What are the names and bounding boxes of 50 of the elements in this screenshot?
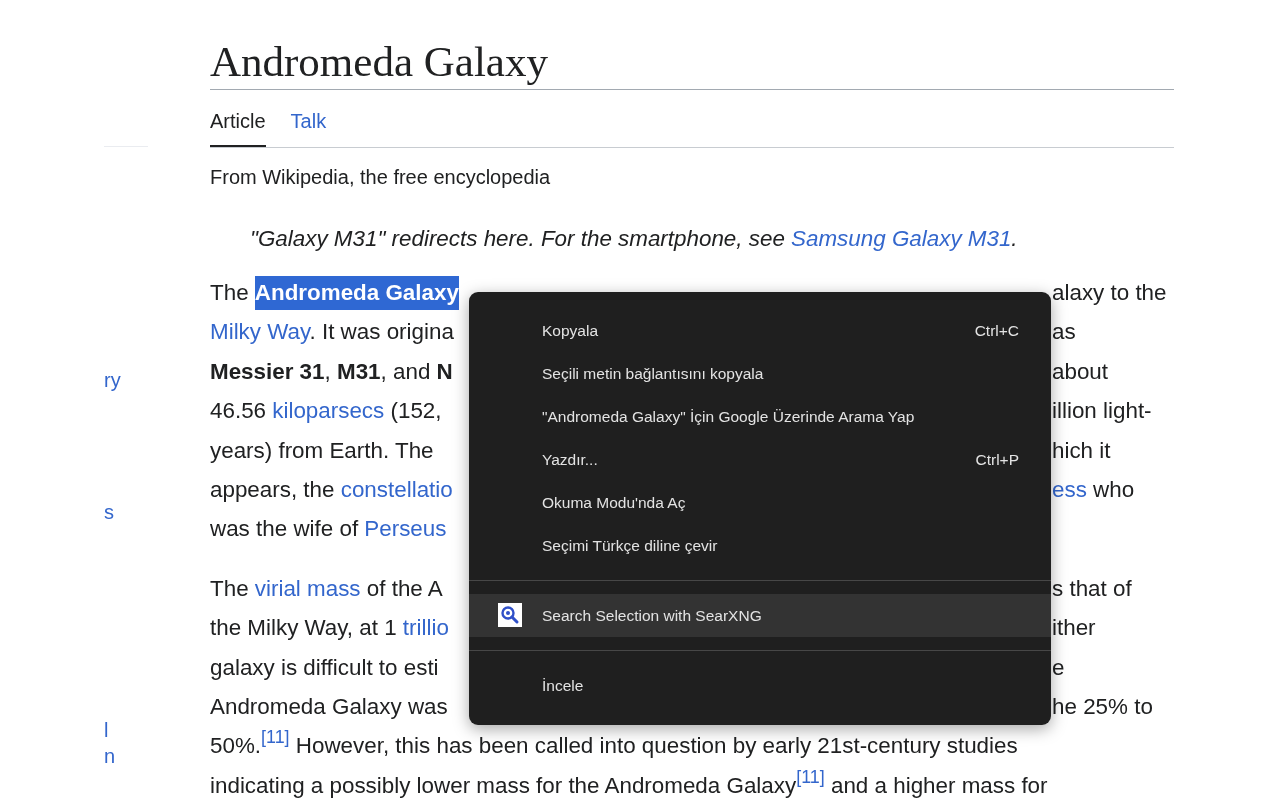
paragraph-text: was the wife of Perseus: [210, 516, 447, 542]
paragraph-text: appears, the constellatio: [210, 475, 453, 504]
paragraph-text: about: [1052, 357, 1109, 386]
paragraph-text: 46.56 kiloparsecs (152,: [210, 397, 442, 426]
paragraph-text: Messier 31, M31, and N: [210, 357, 453, 386]
link[interactable]: ess: [1052, 476, 1087, 502]
tab[interactable]: Talk: [290, 90, 327, 146]
paragraph-text: ither: [1052, 614, 1096, 643]
magnifier-icon: [498, 603, 522, 627]
paragraph-text: ess who: [1052, 475, 1135, 504]
paragraph-text: Milky Way. It was origina: [210, 318, 454, 347]
paragraph-text: hich it: [1052, 436, 1111, 465]
paragraph-text: e: [1052, 653, 1065, 682]
paragraph-text: Andromeda Galaxy was: [210, 692, 448, 721]
sidebar-link[interactable]: n: [104, 745, 116, 767]
menu-item[interactable]: İncele: [469, 664, 1051, 707]
paragraph-text: The virial mass of the A: [210, 574, 443, 603]
menu-item[interactable]: Search Selection with SearXNG: [469, 594, 1051, 637]
sidebar-link[interactable]: s: [104, 501, 114, 523]
shortcut-text: Ctrl+P: [975, 450, 1019, 469]
sidebar-link[interactable]: l: [104, 719, 109, 741]
menu-item[interactable]: Kopyala Ctrl+C: [469, 309, 1051, 352]
link[interactable]: constellatio: [340, 476, 453, 502]
tab[interactable]: Article: [210, 90, 266, 147]
paragraph-text: the Milky Way, at 1 trillio: [210, 614, 449, 643]
link[interactable]: Samsung Galaxy M31: [791, 226, 1012, 251]
hatnote-text: "Galaxy M31" redirects here. For the smartphone, see Samsung Galaxy M31.: [250, 225, 1018, 253]
link[interactable]: Milky Way: [210, 319, 310, 345]
menu-item[interactable]: "Andromeda Galaxy" İçin Google Üzerinde Arama Yap: [469, 395, 1051, 438]
sidebar-link[interactable]: ry: [104, 369, 121, 391]
paragraph-text: The Andromeda Galaxy: [210, 273, 459, 313]
paragraph-text: years) from Earth. The: [210, 436, 434, 465]
page-title: Andromeda Galaxy: [210, 0, 1174, 90]
citation-link[interactable]: [11]: [261, 727, 290, 748]
paragraph-text: alaxy to the: [1052, 279, 1167, 307]
paragraph-text: as: [1052, 318, 1076, 347]
paragraph-text: illion light-: [1052, 397, 1152, 426]
menu-item[interactable]: Seçimi Türkçe diline çevir: [469, 524, 1051, 567]
link[interactable]: trillio: [402, 615, 449, 641]
paragraph-text: he 25% to: [1052, 692, 1153, 721]
paragraph-text: s that of: [1052, 574, 1132, 603]
paragraph-text: galaxy is difficult to esti: [210, 653, 439, 682]
menu-item[interactable]: Okuma Modu'nda Aç: [469, 481, 1051, 524]
link[interactable]: virial mass: [254, 575, 361, 601]
shortcut-text: Ctrl+C: [974, 321, 1019, 340]
tagline: From Wikipedia, the free encyclopedia: [210, 165, 551, 189]
link[interactable]: Perseus: [364, 516, 447, 542]
link[interactable]: kiloparsecs: [272, 398, 385, 424]
menu-item[interactable]: Yazdır... Ctrl+P: [469, 438, 1051, 481]
menu-item[interactable]: Seçili metin bağlantısını kopyala: [469, 352, 1051, 395]
